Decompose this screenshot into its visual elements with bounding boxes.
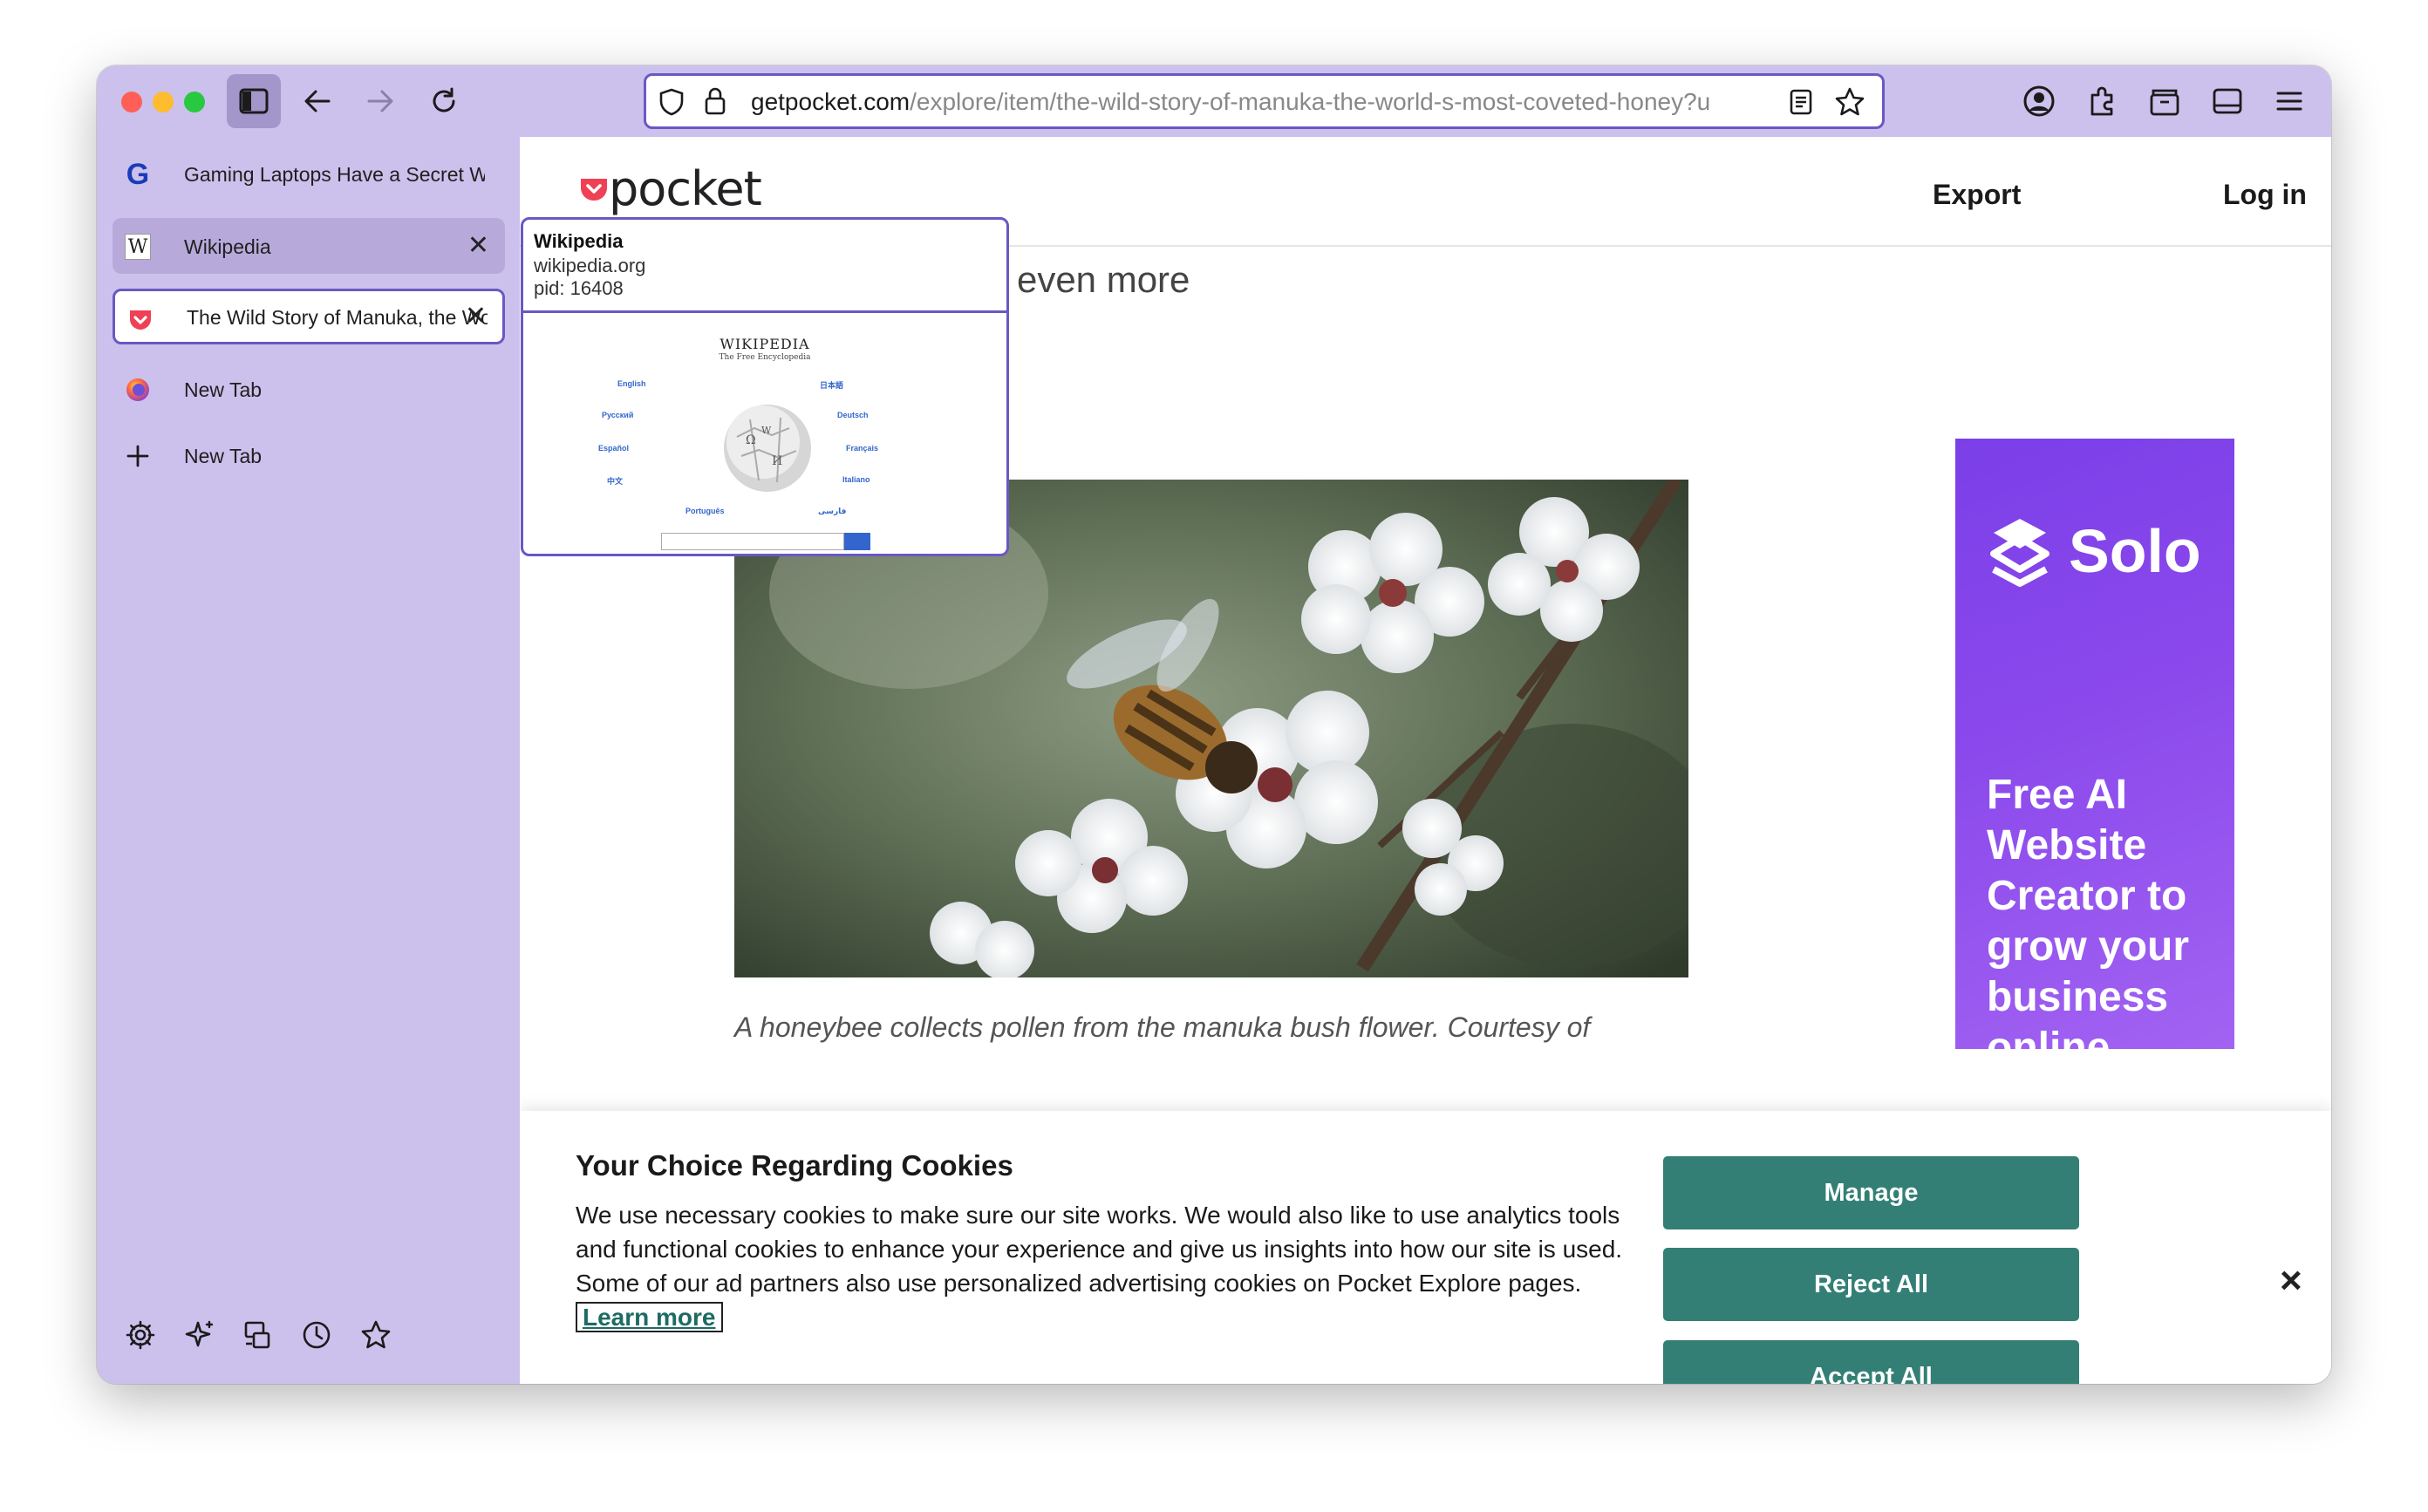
solo-brand-text: Solo: [2069, 517, 2201, 585]
reload-icon: [433, 87, 455, 112]
solo-logo: Solo: [1987, 514, 2201, 589]
ad-copy: Free AI Website Creator to grow your bus…: [1987, 772, 2190, 1049]
sidebar-toggle-button[interactable]: [227, 74, 281, 128]
tab-new-tab[interactable]: New Tab: [113, 361, 505, 417]
thumb-lang-russian[interactable]: Русский: [602, 411, 633, 419]
extensions-icon[interactable]: [2087, 85, 2118, 118]
forward-arrow-icon: [367, 90, 393, 112]
close-window-button[interactable]: [121, 92, 142, 112]
login-link[interactable]: Log in: [2223, 179, 2307, 211]
thumb-lang-french[interactable]: Français: [846, 444, 878, 453]
thumb-lang-chinese[interactable]: 中文: [607, 475, 623, 487]
back-arrow-icon: [304, 90, 331, 112]
thumb-lang-german[interactable]: Deutsch: [837, 411, 869, 419]
cookie-body-text: We use necessary cookies to make sure ou…: [576, 1202, 1623, 1297]
tab-label: New Tab: [184, 445, 263, 467]
close-cookie-banner-icon[interactable]: ×: [2280, 1259, 2302, 1303]
thumb-wikipedia-wordmark: WIKIPEDIA: [720, 336, 810, 352]
preview-title: Wikipedia: [534, 230, 624, 252]
pocket-logo[interactable]: pocket: [579, 161, 762, 216]
sidebar-icon: [239, 88, 269, 114]
tab-wikipedia[interactable]: W Wikipedia ✕: [113, 218, 505, 274]
minimize-window-button[interactable]: [153, 92, 174, 112]
bookmarks-star-icon[interactable]: [358, 1318, 393, 1352]
thumb-lang-persian[interactable]: فارسی: [818, 507, 846, 516]
tab-label: The Wild Story of Manuka, the World's Mo…: [187, 306, 488, 329]
forward-button[interactable]: [353, 74, 407, 128]
solo-advertisement[interactable]: Solo Free AI Website Creator to grow you…: [1955, 439, 2234, 1049]
back-button[interactable]: [290, 74, 344, 128]
solo-logo-icon: [1990, 519, 2049, 587]
pocket-save-icon[interactable]: [2148, 85, 2181, 118]
tab-manuka-honey[interactable]: The Wild Story of Manuka, the World's Mo…: [113, 289, 505, 344]
wikipedia-globe-icon: Ω И W: [724, 405, 811, 492]
export-link[interactable]: Export: [1933, 179, 2021, 211]
thumb-lang-english[interactable]: English: [617, 379, 646, 388]
g-icon: G: [126, 157, 150, 191]
thumb-lang-italian[interactable]: Italiano: [842, 475, 870, 484]
tab-hover-preview: Wikipedia wikipedia.org pid: 16408 WIKIP…: [521, 217, 1009, 556]
accept-all-button[interactable]: Accept All: [1663, 1340, 2079, 1384]
reader-view-icon[interactable]: [1789, 88, 1813, 116]
tab-gaming-laptops[interactable]: G Gaming Laptops Have a Secret Weapon: [113, 146, 505, 201]
cookie-title: Your Choice Regarding Cookies: [576, 1149, 1013, 1182]
thumb-lang-portuguese[interactable]: Português: [685, 507, 725, 515]
reject-all-button[interactable]: Reject All: [1663, 1248, 2079, 1321]
thumb-lang-spanish[interactable]: Español: [598, 444, 629, 453]
thumb-tagline: The Free Encyclopedia: [719, 353, 811, 362]
thumb-search-button[interactable]: [844, 533, 870, 550]
ai-sparkle-icon[interactable]: [182, 1318, 217, 1352]
pocket-logo-text: pocket: [609, 161, 762, 216]
svg-text:Ω: Ω: [746, 433, 756, 447]
svg-text:И: И: [772, 454, 782, 468]
image-caption: A honeybee collects pollen from the manu…: [734, 1011, 1591, 1043]
cookie-consent-banner: Your Choice Regarding Cookies We use nec…: [520, 1111, 2331, 1384]
url-bar[interactable]: getpocket.com/explore/item/the-wild-stor…: [644, 73, 1885, 129]
menu-icon[interactable]: [2275, 86, 2304, 116]
preview-thumbnail: WIKIPEDIA The Free Encyclopedia Ω И W En…: [523, 313, 1006, 554]
close-tab-icon[interactable]: ✕: [467, 230, 489, 261]
thumb-lang-japanese[interactable]: 日本語: [820, 379, 843, 391]
lock-icon: [705, 87, 726, 115]
tab-label: Wikipedia: [184, 235, 271, 258]
tab-label: Gaming Laptops Have a Secret Weapon: [184, 163, 485, 186]
browser-window: getpocket.com/explore/item/the-wild-stor…: [97, 65, 2331, 1384]
firefox-icon: [125, 377, 151, 403]
new-tab-button[interactable]: New Tab: [113, 427, 505, 483]
sidebar-panel-icon[interactable]: [2211, 85, 2244, 118]
synced-tabs-icon[interactable]: [240, 1318, 275, 1352]
pocket-icon: [127, 307, 153, 333]
cookie-body: We use necessary cookies to make sure ou…: [576, 1198, 1640, 1334]
tab-label: New Tab: [184, 378, 263, 401]
bookmark-star-icon[interactable]: [1834, 86, 1865, 118]
preview-pid: pid: 16408: [534, 277, 624, 299]
plus-icon: [125, 443, 151, 469]
settings-gear-icon[interactable]: [123, 1318, 158, 1352]
thumb-search-box[interactable]: [661, 533, 844, 550]
wikipedia-icon: W: [125, 234, 151, 260]
url-text[interactable]: getpocket.com/explore/item/the-wild-stor…: [751, 88, 1780, 116]
reload-button[interactable]: [417, 74, 471, 128]
shield-icon: [659, 88, 684, 116]
close-tab-icon[interactable]: ✕: [465, 301, 487, 331]
history-clock-icon[interactable]: [299, 1318, 334, 1352]
manage-cookies-button[interactable]: Manage: [1663, 1156, 2079, 1229]
pocket-logo-icon: [581, 178, 607, 201]
learn-more-link[interactable]: Learn more: [576, 1302, 723, 1332]
zoom-window-button[interactable]: [184, 92, 205, 112]
preview-host: wikipedia.org: [534, 255, 646, 276]
svg-text:W: W: [761, 425, 772, 436]
account-icon[interactable]: [2022, 85, 2056, 118]
